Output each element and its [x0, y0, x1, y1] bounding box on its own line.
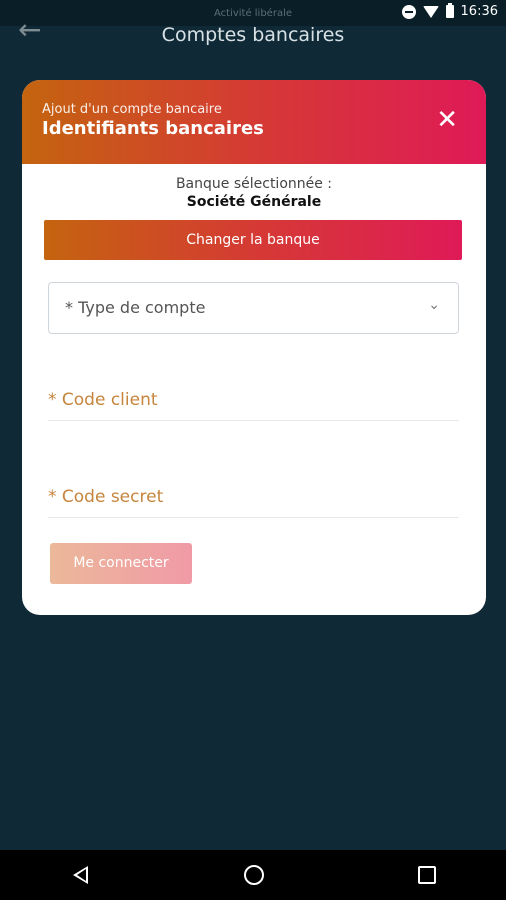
system-nav-bar	[0, 850, 506, 900]
chevron-down-icon: ⌄	[428, 297, 440, 313]
page-title: Comptes bancaires	[161, 24, 345, 46]
nav-recent-icon[interactable]	[418, 866, 436, 884]
card-subtitle: Ajout d'un compte bancaire	[42, 102, 222, 117]
bank-credentials-card: Ajout d'un compte bancaire Identifiants …	[22, 80, 486, 615]
client-code-label: * Code client	[48, 390, 158, 410]
card-title: Identifiants bancaires	[42, 118, 264, 139]
connect-button[interactable]: Me connecter	[50, 543, 192, 584]
selected-bank-label: Banque sélectionnée :	[175, 176, 333, 192]
card-header: Ajout d'un compte bancaire Identifiants …	[22, 80, 486, 164]
nav-back-icon[interactable]	[73, 866, 88, 884]
selected-bank-name: Société Générale	[186, 194, 322, 210]
nav-home-icon[interactable]	[244, 865, 264, 885]
secret-code-field[interactable]: * Code secret	[48, 477, 459, 518]
account-type-select[interactable]: * Type de compte ⌄	[48, 282, 459, 334]
close-icon[interactable]: ✕	[436, 107, 458, 133]
account-type-placeholder: * Type de compte	[65, 298, 206, 317]
secret-code-label: * Code secret	[48, 487, 164, 507]
app-bar: ← Comptes bancaires	[0, 14, 506, 58]
change-bank-button[interactable]: Changer la banque	[44, 220, 462, 260]
client-code-field[interactable]: * Code client	[48, 380, 459, 421]
